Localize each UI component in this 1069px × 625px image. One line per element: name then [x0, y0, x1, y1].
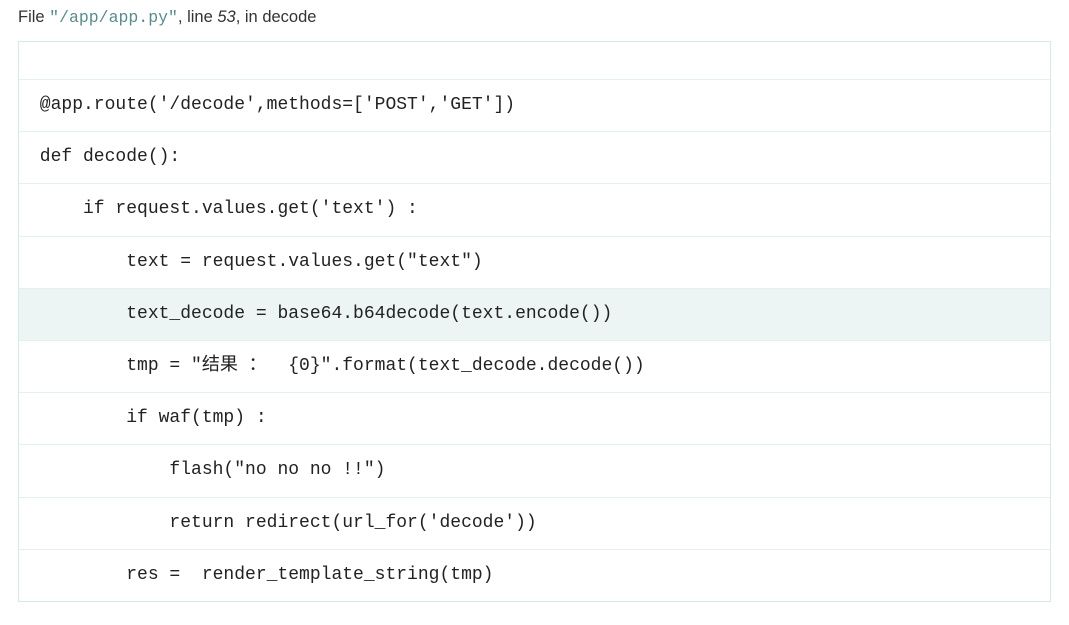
code-line[interactable]: flash("no no no !!") [19, 445, 1050, 497]
in-label: , in [236, 8, 263, 26]
code-line[interactable]: def decode(): [19, 132, 1050, 184]
code-block: @app.route('/decode',methods=['POST','GE… [18, 41, 1051, 602]
code-line[interactable] [19, 42, 1050, 80]
code-line[interactable]: @app.route('/decode',methods=['POST','GE… [19, 80, 1050, 132]
file-path: "/app/app.py" [49, 8, 178, 27]
code-line[interactable]: if request.values.get('text') : [19, 184, 1050, 236]
code-line[interactable]: text_decode = base64.b64decode(text.enco… [19, 289, 1050, 341]
function-name: decode [262, 8, 316, 26]
traceback-header: File "/app/app.py", line 53, in decode [18, 8, 1051, 27]
code-line[interactable]: text = request.values.get("text") [19, 237, 1050, 289]
code-line[interactable]: res = render_template_string(tmp) [19, 550, 1050, 601]
line-label: , line [178, 8, 217, 26]
code-line[interactable]: return redirect(url_for('decode')) [19, 498, 1050, 550]
code-line[interactable]: if waf(tmp) : [19, 393, 1050, 445]
code-line[interactable]: tmp = "结果 ： {0}".format(text_decode.deco… [19, 341, 1050, 393]
line-number: 53 [217, 8, 235, 26]
file-label: File [18, 8, 49, 26]
